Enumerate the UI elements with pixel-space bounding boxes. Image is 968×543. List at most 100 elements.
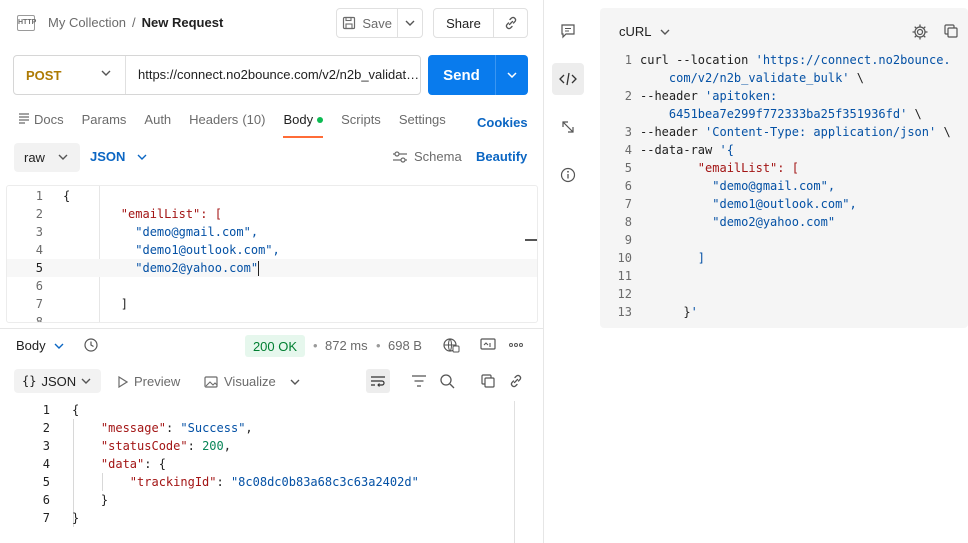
chevron-down-icon [54, 343, 64, 349]
tab-headers[interactable]: Headers (10) [189, 112, 265, 138]
chevron-down-icon [137, 154, 147, 160]
status-badge[interactable]: 200 OK [245, 335, 305, 357]
response-time[interactable]: 872 ms [325, 338, 368, 353]
chevron-down-icon [290, 379, 300, 385]
pane-divider[interactable] [0, 328, 543, 329]
line-text: --header 'Content-Type: application/json… [640, 125, 951, 139]
tab-label: Headers [189, 112, 239, 127]
filter-icon[interactable] [411, 374, 427, 388]
tab-docs[interactable]: Docs [18, 112, 64, 138]
wrap-lines-button[interactable] [366, 369, 390, 393]
line-text: "demo1@outlook.com", [63, 243, 280, 257]
line-number: 4 [42, 457, 50, 471]
line-text: ] [640, 251, 706, 265]
schema-button[interactable]: Schema [392, 149, 462, 164]
breadcrumb: My Collection / New Request [48, 15, 223, 30]
response-body-select[interactable]: Body [16, 338, 64, 353]
line-number: 6 [42, 493, 50, 507]
share-button[interactable]: Share [434, 9, 494, 37]
editor-line: 7 ] [7, 295, 537, 313]
snippet-code[interactable]: 1 curl --location 'https://connect.no2bou… [600, 51, 968, 321]
network-globe-icon[interactable] [442, 337, 460, 353]
url-bar: POST https://connect.no2bounce.com/v2/n2… [13, 55, 421, 95]
line-text: com/v2/n2b_validate_bulk' \ [668, 71, 864, 85]
copy-icon[interactable] [480, 373, 496, 389]
save-button-group: Save [336, 8, 423, 38]
format-label: JSON [41, 373, 77, 389]
tab-body[interactable]: Body [283, 112, 324, 138]
gear-icon[interactable] [911, 23, 929, 41]
line-text: "trackingId": "8c08dc0b83a68c3c63a2402d" [129, 475, 419, 489]
body-language-select[interactable]: JSON [90, 149, 147, 164]
editor-line: 1{ [7, 187, 537, 205]
more-options-icon[interactable] [508, 342, 524, 348]
send-button[interactable]: Send [428, 55, 496, 95]
line-text: } [72, 511, 80, 525]
line-text: { [63, 189, 71, 203]
related-requests-button[interactable] [552, 111, 584, 143]
panel-divider[interactable] [543, 0, 544, 543]
request-header: HTTP My Collection / New Request Save Shar… [0, 0, 543, 46]
beautify-button[interactable]: Beautify [476, 149, 527, 164]
method-select[interactable]: POST [14, 56, 126, 94]
meta-separator: • [376, 338, 381, 353]
tab-label: Scripts [341, 112, 381, 127]
url-input[interactable]: https://connect.no2bounce.com/v2/n2b_val… [126, 56, 420, 94]
visualize-button[interactable]: Visualize [204, 374, 300, 389]
snippet-language-select[interactable]: cURL [619, 24, 670, 39]
cookies-link[interactable]: Cookies [477, 115, 528, 130]
schema-icon [393, 150, 407, 163]
copy-icon[interactable] [943, 23, 959, 39]
response-body-label: Body [16, 338, 46, 353]
share-button-group: Share [433, 8, 528, 38]
breadcrumb-collection[interactable]: My Collection [48, 15, 126, 30]
tab-scripts[interactable]: Scripts [341, 112, 381, 138]
tab-auth[interactable]: Auth [144, 112, 171, 138]
snippet-language-label: cURL [619, 24, 652, 39]
line-text: "demo@gmail.com", [63, 225, 259, 239]
tab-label: Params [81, 112, 127, 127]
save-options-button[interactable] [398, 9, 422, 37]
line-number: 2 [42, 421, 50, 435]
editor-line: 2 "emailList": [ [7, 205, 537, 223]
tab-settings[interactable]: Settings [399, 112, 446, 138]
preview-button[interactable]: Preview [118, 374, 180, 389]
code-icon [559, 72, 577, 86]
body-editor[interactable]: 1{ 2 "emailList": [ 3 "demo@gmail.com", … [6, 185, 538, 323]
response-viewer[interactable]: 1 { 2 "message": "Success", 3 "statusCode… [0, 401, 540, 543]
save-button[interactable]: Save [337, 9, 399, 37]
chevron-down-icon [660, 29, 670, 35]
search-icon[interactable] [439, 373, 455, 389]
line-number: 4 [624, 143, 632, 157]
editor-line-current: 5 "demo2@yahoo.com" [7, 259, 537, 277]
code-snippet-button[interactable] [552, 63, 584, 95]
line-text: --data-raw '{ [640, 143, 734, 157]
response-format-select[interactable]: {} JSON [14, 369, 101, 393]
comments-button[interactable] [552, 15, 584, 47]
http-request-icon: HTTP [17, 15, 36, 31]
info-icon [560, 167, 576, 183]
line-text: { [72, 403, 80, 417]
response-scrollbar[interactable] [514, 401, 515, 543]
tab-params[interactable]: Params [82, 112, 127, 138]
save-response-icon[interactable] [480, 337, 496, 351]
line-number: 12 [617, 287, 632, 301]
chevron-down-icon [507, 72, 517, 78]
chevron-down-icon [81, 378, 91, 384]
play-icon [118, 375, 128, 388]
code-snippet-panel: cURL 1 curl --location 'https://connect.n… [600, 8, 968, 328]
response-size[interactable]: 698 B [388, 338, 422, 353]
line-number: 5 [42, 475, 50, 489]
line-text: --header 'apitoken: [640, 89, 778, 103]
chevron-down-icon [58, 154, 68, 160]
line-text: "message": "Success", [100, 421, 253, 435]
line-number: 13 [617, 305, 632, 319]
link-icon[interactable] [508, 373, 524, 389]
line-text: "demo1@outlook.com", [640, 197, 857, 211]
history-icon[interactable] [83, 337, 99, 353]
info-button[interactable] [552, 159, 584, 191]
request-name[interactable]: New Request [142, 15, 224, 30]
copy-link-button[interactable] [494, 9, 527, 37]
send-options-button[interactable] [496, 55, 528, 95]
body-mode-select[interactable]: raw [14, 143, 80, 172]
